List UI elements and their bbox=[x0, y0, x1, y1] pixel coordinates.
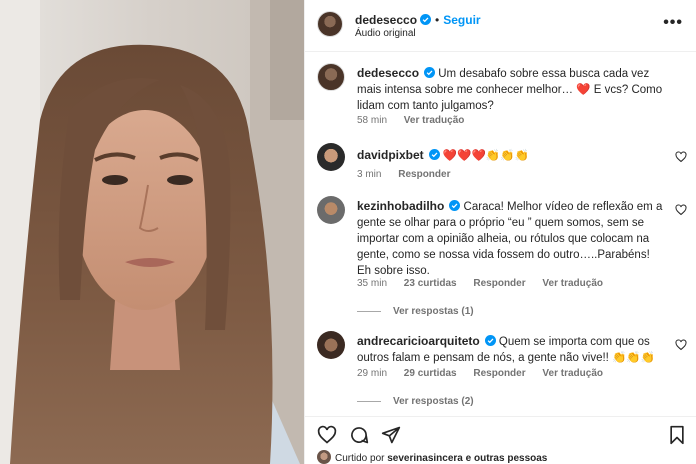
post-side-panel: dedesecco • Seguir Áudio original ••• dede… bbox=[304, 0, 696, 464]
caption-meta: 58 min Ver tradução bbox=[357, 115, 478, 126]
caption-avatar[interactable] bbox=[317, 63, 345, 91]
translate-link[interactable]: Ver tradução bbox=[542, 278, 603, 289]
comment-time: 35 min bbox=[357, 278, 388, 289]
bookmark-icon[interactable] bbox=[667, 425, 687, 445]
author-username[interactable]: dedesecco bbox=[355, 13, 417, 27]
author-avatar[interactable] bbox=[317, 11, 343, 37]
audio-label[interactable]: Áudio original bbox=[355, 28, 416, 39]
caption-translate-link[interactable]: Ver tradução bbox=[404, 115, 465, 126]
commenter-avatar[interactable] bbox=[317, 143, 345, 171]
comment-username[interactable]: davidpixbet bbox=[357, 148, 424, 162]
caption-body: dedesecco Um desabafo sobre essa busca c… bbox=[357, 65, 667, 114]
follow-button[interactable]: Seguir bbox=[443, 13, 480, 27]
verified-icon bbox=[449, 200, 461, 211]
caption-time: 58 min bbox=[357, 115, 388, 126]
more-options-icon[interactable]: ••• bbox=[663, 14, 683, 32]
separator-dot: • bbox=[435, 13, 440, 27]
reply-button[interactable]: Responder bbox=[473, 278, 525, 289]
comment-meta: 35 min 23 curtidas Responder Ver traduçã… bbox=[357, 278, 617, 289]
action-bar bbox=[305, 416, 696, 450]
author-line: dedesecco • Seguir bbox=[355, 11, 481, 29]
comment-body: andrecaricioarquiteto Quem se importa co… bbox=[357, 333, 667, 366]
verified-icon bbox=[424, 67, 436, 78]
reply-button[interactable]: Responder bbox=[398, 169, 450, 180]
caption-username[interactable]: dedesecco bbox=[357, 66, 419, 80]
comment-body: kezinhobadilho Caraca! Melhor vídeo de r… bbox=[357, 198, 667, 279]
commenter-avatar[interactable] bbox=[317, 331, 345, 359]
comment-username[interactable]: andrecaricioarquiteto bbox=[357, 334, 480, 348]
view-replies-label: Ver respostas (1) bbox=[393, 306, 474, 317]
replies-divider bbox=[357, 400, 381, 402]
view-replies-label: Ver respostas (2) bbox=[393, 396, 474, 407]
heart-icon[interactable] bbox=[675, 204, 687, 216]
replies-divider bbox=[357, 310, 381, 312]
reply-button[interactable]: Responder bbox=[473, 368, 525, 379]
comment-icon[interactable] bbox=[349, 425, 369, 445]
comment-time: 29 min bbox=[357, 368, 388, 379]
view-replies-button[interactable]: Ver respostas (1) bbox=[357, 306, 474, 317]
heart-icon[interactable] bbox=[675, 151, 687, 163]
comments-list[interactable]: dedesecco Um desabafo sobre essa busca c… bbox=[305, 53, 696, 416]
comment-time: 3 min bbox=[357, 169, 382, 180]
post-header: dedesecco • Seguir Áudio original ••• bbox=[305, 0, 696, 52]
likes-count[interactable]: 23 curtidas bbox=[404, 278, 457, 289]
liked-user[interactable]: severinasincera bbox=[387, 453, 463, 464]
verified-icon bbox=[484, 335, 496, 346]
verified-icon bbox=[428, 149, 440, 160]
comment-meta: 3 min Responder bbox=[357, 169, 464, 180]
liked-suffix[interactable]: e outras pessoas bbox=[466, 453, 548, 464]
liked-by-line: Curtido por severinasincera e outras pes… bbox=[317, 450, 547, 464]
heart-icon[interactable] bbox=[675, 339, 687, 351]
share-icon[interactable] bbox=[381, 425, 401, 445]
reel-video[interactable] bbox=[0, 0, 304, 464]
video-frame-illustration bbox=[0, 0, 304, 464]
liked-prefix: Curtido por bbox=[335, 453, 385, 464]
verified-icon bbox=[420, 14, 432, 25]
comment-text: ❤️❤️❤️👏👏👏 bbox=[442, 150, 529, 162]
comment-meta: 29 min 29 curtidas Responder Ver traduçã… bbox=[357, 368, 617, 379]
liker-avatar[interactable] bbox=[317, 450, 331, 464]
likes-count[interactable]: 29 curtidas bbox=[404, 368, 457, 379]
commenter-avatar[interactable] bbox=[317, 196, 345, 224]
comment-username[interactable]: kezinhobadilho bbox=[357, 199, 444, 213]
heart-icon[interactable] bbox=[317, 425, 337, 445]
comment-body: davidpixbet ❤️❤️❤️👏👏👏 bbox=[357, 147, 667, 164]
view-replies-button[interactable]: Ver respostas (2) bbox=[357, 396, 474, 407]
translate-link[interactable]: Ver tradução bbox=[542, 368, 603, 379]
